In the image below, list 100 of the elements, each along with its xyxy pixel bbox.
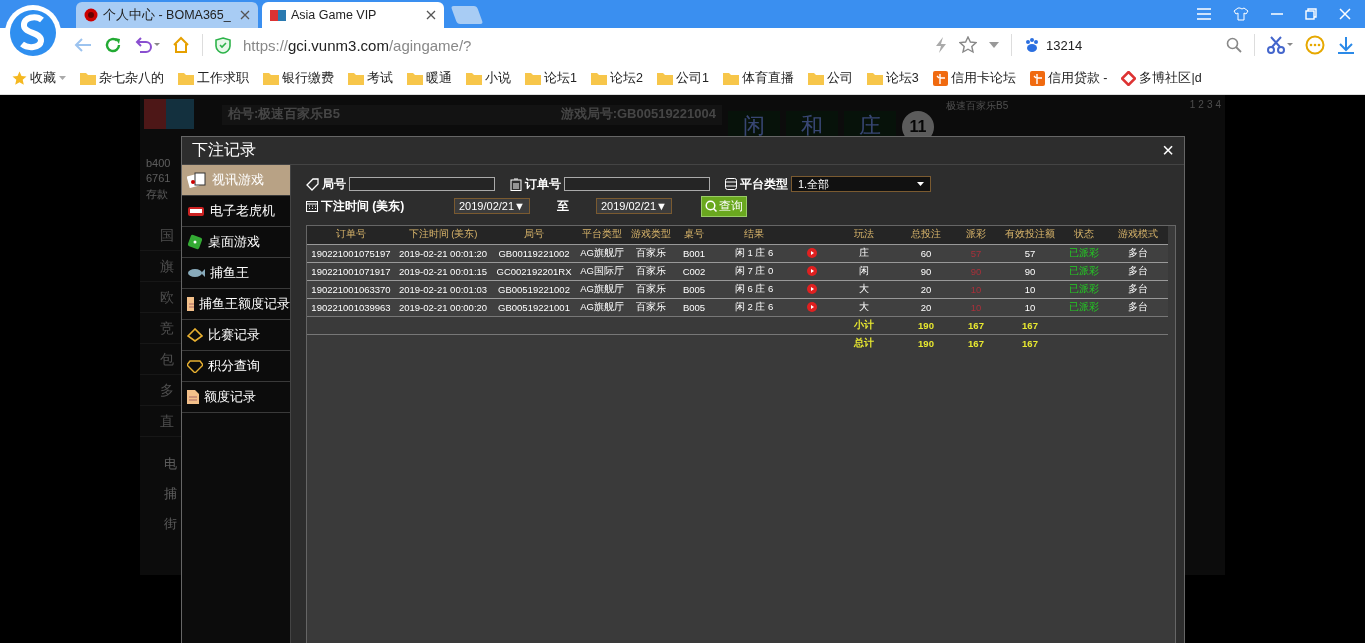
column-header[interactable]: 游戏类型 bbox=[631, 228, 671, 240]
table-cell: AG旗舰厅 bbox=[580, 246, 624, 258]
calendar-icon bbox=[306, 200, 318, 212]
close-icon[interactable] bbox=[240, 10, 250, 20]
star-icon[interactable] bbox=[959, 36, 977, 54]
order-input[interactable] bbox=[564, 177, 710, 191]
search-icon[interactable] bbox=[1226, 37, 1242, 53]
column-header[interactable]: 有效投注额 bbox=[1005, 228, 1055, 240]
play-video-icon[interactable] bbox=[807, 248, 817, 258]
cards-icon bbox=[187, 172, 207, 188]
column-header[interactable]: 局号 bbox=[524, 228, 544, 240]
bookmark[interactable]: 小说 bbox=[466, 69, 511, 87]
shirt-icon[interactable] bbox=[1233, 7, 1249, 21]
table-cell: 10 bbox=[1024, 283, 1036, 295]
play-video-icon[interactable] bbox=[807, 284, 817, 294]
folder-icon bbox=[590, 71, 607, 85]
platform-select[interactable]: 1.全部 bbox=[791, 176, 931, 192]
table-cell: 60 bbox=[920, 247, 932, 259]
bookmark[interactable]: 公司1 bbox=[656, 69, 709, 87]
diamond-site-icon bbox=[1121, 70, 1137, 86]
shield-icon bbox=[215, 36, 231, 54]
date-picker[interactable]: 2019/02/21▼ bbox=[595, 198, 672, 214]
menu-icon[interactable] bbox=[1197, 8, 1211, 20]
download-icon[interactable] bbox=[1337, 36, 1355, 54]
star-icon bbox=[12, 70, 27, 86]
folder-icon bbox=[866, 71, 883, 85]
lightning-icon[interactable] bbox=[935, 36, 947, 54]
sidebar-item[interactable]: 电子老虎机 bbox=[182, 196, 290, 227]
bookmark[interactable]: 信用卡论坛 bbox=[932, 69, 1016, 87]
back-icon[interactable] bbox=[74, 38, 92, 52]
table-cell: 90 bbox=[970, 265, 982, 277]
table-cell: 190221001039963 bbox=[311, 301, 391, 313]
browser-tab[interactable]: 个人中心 - BOMA365_ bbox=[76, 2, 258, 28]
caret-icon[interactable] bbox=[989, 42, 999, 48]
column-header[interactable]: 游戏模式 bbox=[1117, 228, 1158, 240]
table-cell: GB00519221002 bbox=[498, 283, 570, 295]
bookmark[interactable]: 论坛3 bbox=[866, 69, 919, 87]
sidebar-item[interactable]: 捕鱼王额度记录 bbox=[182, 289, 290, 320]
field-label: 订单号 bbox=[525, 175, 561, 193]
scissors-icon[interactable] bbox=[1267, 36, 1293, 54]
folder-icon bbox=[263, 71, 279, 85]
table-cell: 多台 bbox=[1127, 246, 1148, 258]
home-icon[interactable] bbox=[172, 36, 190, 54]
more-icon[interactable] bbox=[1305, 35, 1325, 55]
bookmark[interactable]: 体育直播 bbox=[722, 69, 794, 87]
sidebar-item[interactable]: 捕鱼王 bbox=[182, 258, 290, 289]
column-header[interactable]: 平台类型 bbox=[582, 228, 622, 240]
bookmark[interactable]: 多博社区|d bbox=[1121, 69, 1202, 87]
sidebar-item[interactable]: 额度记录 bbox=[182, 382, 290, 413]
play-video-icon[interactable] bbox=[807, 266, 817, 276]
table-cell: 已派彩 bbox=[1069, 264, 1099, 276]
close-icon[interactable] bbox=[426, 10, 436, 20]
folder-icon bbox=[178, 71, 194, 85]
round-input[interactable] bbox=[349, 177, 495, 191]
restore-icon[interactable] bbox=[1305, 8, 1317, 20]
bookmark[interactable]: 银行缴费 bbox=[263, 69, 334, 87]
column-header[interactable]: 总投注 bbox=[911, 228, 941, 240]
bookmark[interactable]: 公司 bbox=[807, 69, 853, 87]
table-cell: AG旗舰厅 bbox=[580, 282, 624, 294]
play-video-icon[interactable] bbox=[807, 302, 817, 312]
sidebar-item[interactable]: 比赛记录 bbox=[182, 320, 290, 351]
sidebar-item[interactable]: 积分查询 bbox=[182, 351, 290, 382]
column-header[interactable]: 结果 bbox=[744, 228, 764, 240]
search-field[interactable]: 13214 bbox=[1024, 37, 1214, 53]
bookmark[interactable]: 杂七杂八的 bbox=[80, 69, 164, 87]
bookmark[interactable]: 论坛1 bbox=[525, 69, 577, 87]
column-header[interactable]: 订单号 bbox=[336, 228, 366, 240]
reload-icon[interactable] bbox=[104, 36, 122, 54]
table-cell: 庄 bbox=[859, 246, 869, 258]
list-icon bbox=[725, 178, 737, 190]
bookmark[interactable]: 收藏 bbox=[12, 69, 66, 87]
folder-icon bbox=[722, 71, 739, 85]
dialog-title: 下注记录 bbox=[192, 140, 256, 160]
table-cell: 闲 1 庄 6 bbox=[734, 246, 774, 258]
folder-icon bbox=[656, 71, 673, 85]
column-header[interactable]: 桌号 bbox=[684, 228, 704, 240]
date-picker[interactable]: 2019/02/21▼ bbox=[454, 198, 530, 214]
bookmark[interactable]: 工作求职 bbox=[178, 69, 249, 87]
total-cell: 167 bbox=[968, 337, 984, 349]
browser-tab[interactable]: Asia Game VIP bbox=[262, 2, 444, 28]
table-cell: 百家乐 bbox=[636, 246, 666, 258]
table-cell: GB00119221002 bbox=[498, 247, 570, 259]
bookmark[interactable]: 考试 bbox=[348, 69, 393, 87]
column-header[interactable]: 下注时间 (美东) bbox=[408, 228, 478, 240]
table-cell: B001 bbox=[682, 247, 706, 259]
new-tab-button[interactable] bbox=[450, 6, 484, 24]
bookmark[interactable]: 暖通 bbox=[407, 69, 452, 87]
address-field[interactable]: https://gci.vunm3.com/agingame/? bbox=[243, 36, 923, 54]
column-header[interactable]: 派彩 bbox=[966, 228, 986, 240]
bookmark[interactable]: 信用贷款 - bbox=[1029, 69, 1108, 87]
table-cell: 190221001063370 bbox=[311, 283, 391, 295]
undo-icon[interactable] bbox=[134, 37, 160, 53]
bookmark[interactable]: 论坛2 bbox=[590, 69, 643, 87]
sidebar-item[interactable]: 桌面游戏 bbox=[182, 227, 290, 258]
close-button[interactable]: × bbox=[1162, 139, 1174, 162]
table-cell: 大 bbox=[859, 282, 869, 294]
column-header[interactable]: 状态 bbox=[1074, 228, 1094, 240]
table-cell: B005 bbox=[682, 283, 706, 295]
column-header[interactable]: 玩法 bbox=[854, 228, 874, 240]
table-cell: GB00519221001 bbox=[498, 301, 570, 313]
